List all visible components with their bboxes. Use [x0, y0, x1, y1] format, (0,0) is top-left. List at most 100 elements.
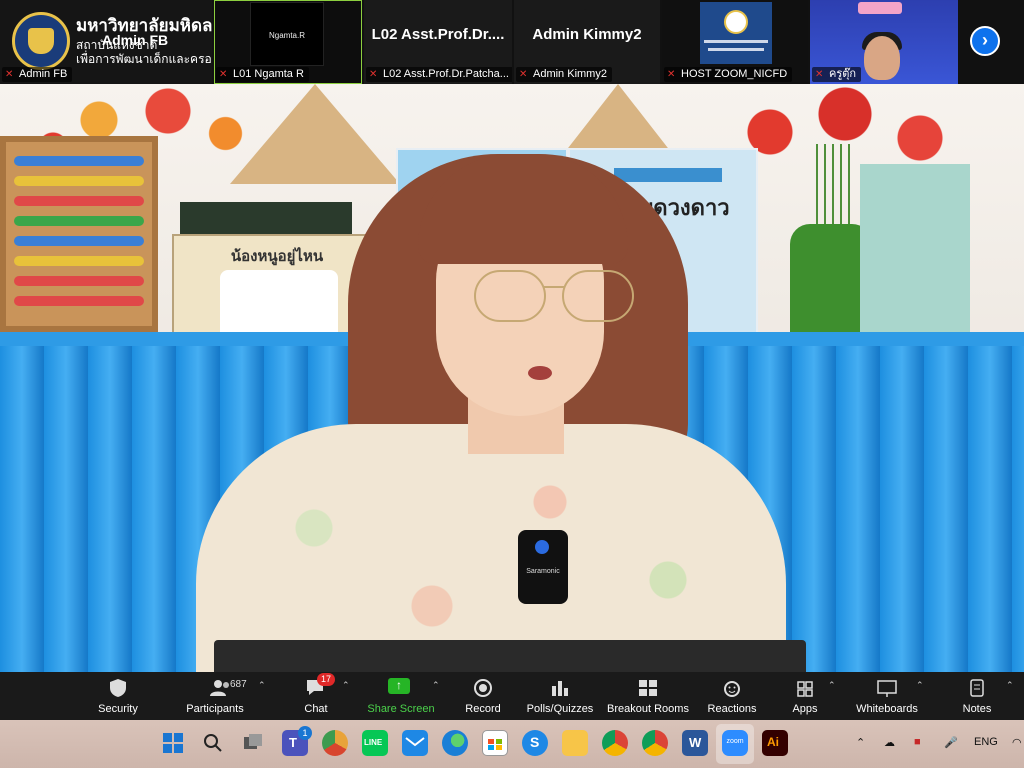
- apps-icon: [780, 678, 830, 698]
- store-icon[interactable]: [482, 730, 508, 756]
- chat-options-caret[interactable]: ⌃: [340, 672, 352, 720]
- speaker-mouth: [528, 366, 552, 380]
- muted-mic-icon: ✕: [815, 69, 824, 80]
- chevron-up-icon[interactable]: ⌃: [856, 736, 865, 749]
- muted-mic-icon: ✕: [519, 69, 528, 80]
- share-options-caret[interactable]: ⌃: [430, 672, 442, 720]
- participant-tile-host-zoom[interactable]: ✕ HOST ZOOM_NICFD: [662, 0, 808, 84]
- breakout-rooms-button[interactable]: Breakout Rooms: [604, 672, 692, 720]
- skype-icon[interactable]: S: [522, 730, 548, 756]
- line-icon[interactable]: LINE: [362, 730, 388, 756]
- participant-name: HOST ZOOM_NICFD: [681, 68, 788, 80]
- reactions-button[interactable]: Reactions: [702, 672, 762, 720]
- apps-button[interactable]: Apps: [780, 672, 830, 720]
- microphone-icon[interactable]: 🎤: [944, 736, 958, 749]
- participant-name-label: ✕ ครูตุ๊ก: [812, 67, 862, 82]
- polls-label: Polls/Quizzes: [526, 703, 594, 715]
- video-thumbnail: Ngamta.R: [250, 2, 324, 66]
- next-participants-button[interactable]: ›: [970, 26, 1000, 56]
- chevron-right-icon: ›: [982, 30, 988, 50]
- participants-count: 687: [230, 679, 247, 690]
- breakout-label: Breakout Rooms: [607, 703, 689, 715]
- antivirus-icon[interactable]: ■: [914, 736, 921, 748]
- record-button[interactable]: Record: [458, 672, 508, 720]
- muted-mic-icon: ✕: [5, 69, 14, 80]
- record-icon: [458, 678, 508, 698]
- overlay-name: Admin FB: [102, 32, 169, 48]
- participant-name-label: ✕ HOST ZOOM_NICFD: [664, 67, 793, 82]
- whiteboards-options-caret[interactable]: ⌃: [914, 672, 926, 720]
- notes-button[interactable]: Notes: [952, 672, 1002, 720]
- wireless-mic: Saramonic: [518, 530, 568, 604]
- speaker-glasses: [474, 270, 642, 324]
- teams-badge: 1: [298, 726, 312, 740]
- apps-label: Apps: [792, 703, 818, 715]
- grid-icon: [604, 678, 692, 698]
- muted-mic-icon: ✕: [219, 69, 228, 80]
- participant-name: Admin FB: [19, 68, 68, 80]
- word-icon[interactable]: W: [682, 730, 708, 756]
- participant-name-label: ✕ Admin Kimmy2: [516, 67, 612, 82]
- teams-icon[interactable]: T 1: [282, 726, 312, 756]
- polls-button[interactable]: Polls/Quizzes: [524, 672, 596, 720]
- apps-options-caret[interactable]: ⌃: [826, 672, 838, 720]
- video-banner: [858, 2, 902, 14]
- security-button[interactable]: Security: [92, 672, 144, 720]
- caret-up-icon: ⌃: [1006, 680, 1014, 690]
- participant-name-label: ✕ L01 Ngamta R: [216, 67, 309, 82]
- mahidol-logo: [12, 12, 70, 70]
- chrome-canary-icon[interactable]: [322, 730, 348, 756]
- participant-tile-l02[interactable]: L02 Asst.Prof.Dr.... ✕ L02 Asst.Prof.Dr.P…: [364, 0, 512, 84]
- participant-name-label: ✕ L02 Asst.Prof.Dr.Patcha...: [366, 67, 512, 82]
- notes-options-caret[interactable]: ⌃: [1004, 672, 1016, 720]
- host-poster-image: [700, 2, 772, 64]
- participants-label: Participants: [186, 703, 244, 715]
- share-screen-label: Share Screen: [367, 703, 435, 715]
- active-speaker-video: น้องหนูอยู่ไหน กับดวงดาว Saramonic: [0, 84, 1024, 672]
- zoom-icon[interactable]: zoom: [722, 730, 748, 756]
- mic-brand: Saramonic: [526, 568, 560, 575]
- illustrator-icon[interactable]: Ai: [762, 730, 788, 756]
- speaker: Saramonic: [0, 84, 1024, 672]
- chrome-profile-icon[interactable]: [642, 730, 668, 756]
- whiteboards-button[interactable]: Whiteboards: [850, 672, 924, 720]
- participant-tile-ngamta[interactable]: Ngamta.R ✕ L01 Ngamta R: [214, 0, 362, 84]
- participant-strip: มหาวิทยาลัยมหิดล สถาบันแห่งชาติ Admin FB…: [0, 0, 1024, 84]
- participant-display-name: L02 Asst.Prof.Dr....: [371, 26, 505, 43]
- notes-label: Notes: [962, 703, 992, 715]
- participant-name: L02 Asst.Prof.Dr.Patcha...: [383, 68, 509, 80]
- participant-tile-kru-tuk[interactable]: ✕ ครูตุ๊ก: [810, 0, 958, 84]
- participant-tile-admin-kimmy2[interactable]: Admin Kimmy2 ✕ Admin Kimmy2: [514, 0, 660, 84]
- mail-icon[interactable]: [402, 730, 428, 756]
- wifi-icon[interactable]: ◠: [1012, 736, 1022, 749]
- participant-tile-admin-fb[interactable]: มหาวิทยาลัยมหิดล สถาบันแห่งชาติ Admin FB…: [0, 0, 212, 84]
- caret-up-icon: ⌃: [258, 680, 266, 690]
- participant-name: L01 Ngamta R: [233, 68, 304, 80]
- cloud-icon[interactable]: ☁: [884, 736, 895, 749]
- file-explorer-icon[interactable]: [562, 730, 588, 756]
- caret-up-icon: ⌃: [432, 680, 440, 690]
- participant-name-label: ✕ Admin FB: [2, 67, 73, 82]
- participants-options-caret[interactable]: ⌃: [256, 672, 268, 720]
- language-indicator[interactable]: ENG: [974, 736, 998, 748]
- speaker-blouse: [196, 424, 786, 672]
- muted-mic-icon: ✕: [667, 69, 676, 80]
- search-icon[interactable]: [200, 730, 226, 756]
- participant-name: ครูตุ๊ก: [829, 68, 857, 80]
- record-label: Record: [465, 703, 501, 715]
- windows-taskbar: T 1 LINE S W zoom Ai ⌃ ☁ ■ 🎤 ENG ◠: [0, 720, 1024, 768]
- task-view-icon[interactable]: [240, 730, 266, 756]
- thumbnail-text: Ngamta.R: [268, 31, 305, 40]
- windows-start-icon[interactable]: [160, 730, 186, 756]
- bar-chart-icon: [524, 678, 596, 698]
- chat-button[interactable]: 17 Chat: [290, 672, 342, 720]
- share-screen-button[interactable]: ↑ Share Screen: [366, 672, 436, 720]
- chat-unread-badge: 17: [317, 673, 335, 686]
- zoom-meeting-window: มหาวิทยาลัยมหิดล สถาบันแห่งชาติ Admin FB…: [0, 0, 1024, 768]
- edge-icon[interactable]: [442, 730, 468, 756]
- participant-face: [864, 36, 900, 80]
- smiley-plus-icon: [702, 678, 762, 698]
- participants-button[interactable]: 687 Participants: [180, 672, 250, 720]
- share-arrow-icon: ↑: [388, 678, 410, 694]
- chrome-icon[interactable]: [602, 730, 628, 756]
